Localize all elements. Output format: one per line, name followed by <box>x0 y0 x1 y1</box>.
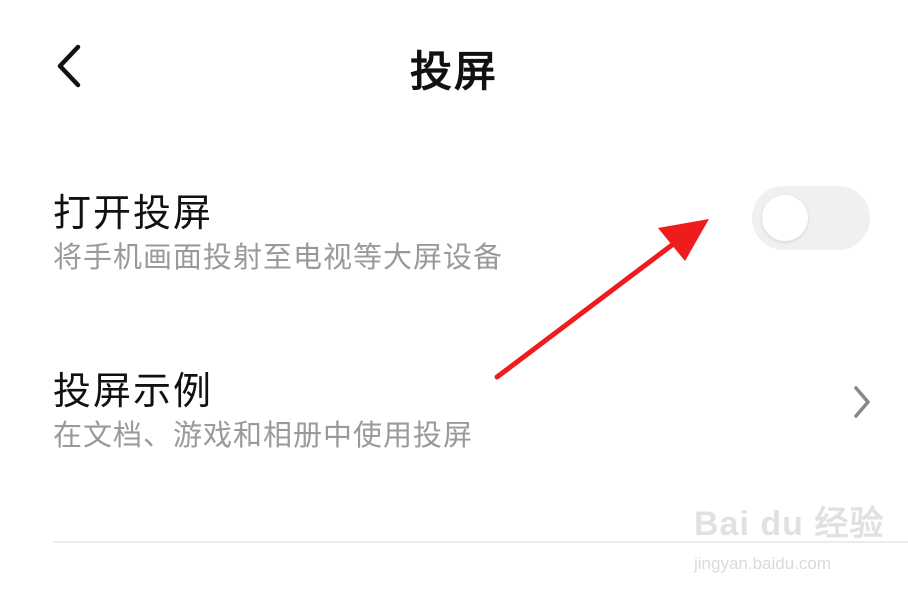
cast-toggle[interactable] <box>752 186 870 250</box>
page-title: 投屏 <box>409 47 498 96</box>
cast-settings-screen: 投屏 打开投屏 将手机画面投射至电视等大屏设备 投屏示例 在文档、游戏和相册中使… <box>0 0 908 596</box>
toggle-knob <box>762 195 808 241</box>
setting-subtitle: 将手机画面投射至电视等大屏设备 <box>53 240 504 274</box>
setting-subtitle: 在文档、游戏和相册中使用投屏 <box>53 418 474 452</box>
chevron-right-icon[interactable] <box>848 382 876 422</box>
setting-title: 打开投屏 <box>53 191 214 235</box>
watermark-brand: Bai du 经验 <box>694 505 885 543</box>
setting-row-cast-examples[interactable]: 投屏示例 在文档、游戏和相册中使用投屏 <box>0 348 908 468</box>
setting-title: 投屏示例 <box>53 369 214 413</box>
baidu-watermark: Bai du 经验 jingyan.baidu.com <box>694 496 894 586</box>
watermark-url: jingyan.baidu.com <box>694 554 832 573</box>
